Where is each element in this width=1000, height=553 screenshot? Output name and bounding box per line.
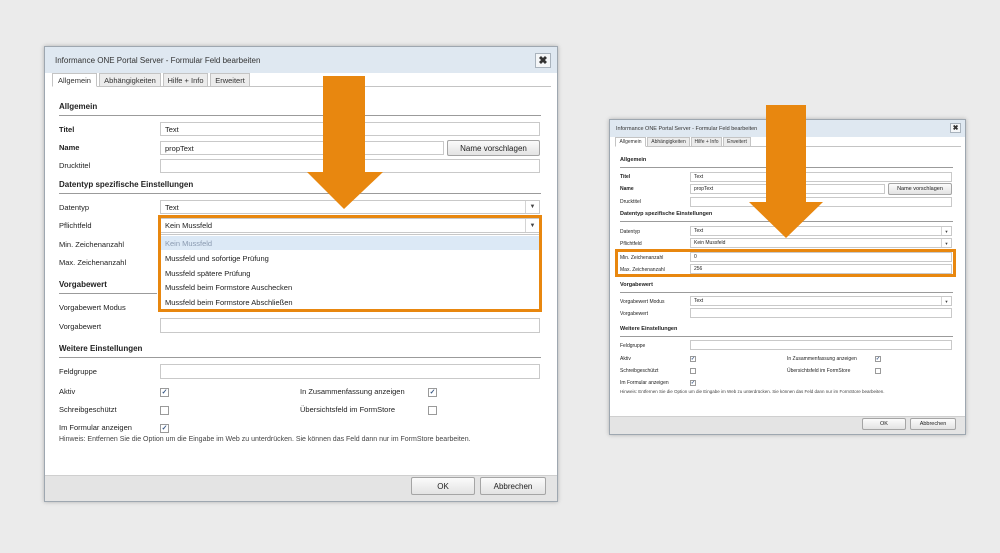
arrow-down-icon [307,76,383,209]
section-divider [59,193,541,194]
default-value-input[interactable] [690,308,952,318]
section-datatype: Datentyp spezifische Einstellungen [620,211,713,217]
ok-button[interactable]: OK [862,418,906,430]
tab-label: Abhängigkeiten [651,139,686,145]
active-label: Aktiv [59,387,76,396]
tab-label: Erweitert [215,75,245,85]
fieldgroup-label: Feldgruppe [59,367,97,376]
section-general: Allgemein [59,102,98,111]
readonly-label: Schreibgeschützt [620,368,659,374]
fieldgroup-input[interactable] [160,364,540,379]
default-value-label: Vorgabewert [59,322,102,331]
section-divider [59,293,157,294]
summary-label: In Zusammenfassung anzeigen [787,356,857,362]
tab-label: Hilfe + Info [694,139,719,145]
active-checkbox[interactable]: ✓ [690,356,696,362]
section-default: Vorgabewert [59,280,107,289]
tab-general[interactable]: Allgemein [52,73,97,87]
default-mode-label: Vorgabewert Modus [620,299,665,305]
dialog-titlebar: Informance ONE Portal Server - Formular … [45,47,557,73]
fieldgroup-label: Feldgruppe [620,343,646,349]
overview-label: Übersichtsfeld im FormStore [787,368,851,374]
tab-general[interactable]: Allgemein [615,137,646,147]
overview-checkbox[interactable] [875,368,881,374]
cancel-button[interactable]: Abbrechen [910,418,956,430]
name-input[interactable]: propText [160,141,444,155]
section-divider [620,336,953,337]
active-checkbox[interactable]: ✓ [160,388,169,397]
default-mode-label: Vorgabewert Modus [59,303,126,312]
chevron-down-icon[interactable]: ▼ [941,239,951,247]
tab-dependencies[interactable]: Abhängigkeiten [99,73,161,87]
readonly-checkbox[interactable] [160,406,169,415]
ok-button[interactable]: OK [411,477,475,495]
required-label: Pflichtfeld [620,241,642,247]
printtitle-label: Drucktitel [620,199,641,205]
printtitle-label: Drucktitel [59,161,91,170]
default-mode-value: Text [694,298,704,304]
in-form-checkbox[interactable]: ✓ [160,424,169,433]
section-more: Weitere Einstellungen [620,326,678,332]
dialog-title: Informance ONE Portal Server - Formular … [55,56,261,65]
dialog-title: Informance ONE Portal Server - Formular … [616,126,758,132]
highlight-box [158,215,542,312]
required-label: Pflichtfeld [59,221,92,230]
tab-help[interactable]: Hilfe + Info [163,73,208,87]
section-general: Allgemein [620,157,647,163]
active-label: Aktiv [620,356,631,362]
highlight-box [615,249,956,277]
summary-checkbox[interactable]: ✓ [875,356,881,362]
summary-checkbox[interactable]: ✓ [428,388,437,397]
chevron-down-icon[interactable]: ▼ [525,201,539,213]
suggest-name-button[interactable]: Name vorschlagen [447,140,540,156]
required-value: Kein Mussfeld [694,240,726,246]
datatype-value: Text [694,228,704,234]
arrow-down-icon [749,105,823,238]
section-more: Weitere Einstellungen [59,344,143,353]
datatype-label: Datentyp [59,203,90,212]
overview-label: Übersichtsfeld im FormStore [300,405,396,414]
section-divider [620,292,953,293]
summary-label: In Zusammenfassung anzeigen [300,387,405,396]
title-label: Titel [620,174,631,180]
max-chars-label: Max. Zeichenanzahl [59,258,127,267]
tab-label: Hilfe + Info [167,75,204,85]
default-value-label: Vorgabewert [620,311,649,317]
in-form-label: Im Formular anzeigen [620,380,669,386]
default-value-input[interactable] [160,318,540,333]
tab-label: Allgemein [58,75,91,85]
datatype-value: Text [165,202,179,212]
name-label: Name [620,186,634,192]
close-icon[interactable]: ✖ [535,53,551,68]
close-icon[interactable]: ✖ [950,123,961,133]
chevron-down-icon[interactable]: ▼ [941,297,951,305]
required-select[interactable]: Kein Mussfeld ▼ [690,238,952,248]
hint-text: Hinweis: Entfernen Sie die Option um die… [620,389,885,394]
in-form-checkbox[interactable]: ✓ [690,380,696,386]
fieldgroup-input[interactable] [690,340,952,350]
readonly-label: Schreibgeschützt [59,405,117,414]
suggest-name-button[interactable]: Name vorschlagen [888,183,952,195]
tab-label: Erweitert [727,139,747,145]
tab-advanced[interactable]: Erweitert [210,73,250,87]
edit-field-dialog-large: Informance ONE Portal Server - Formular … [44,46,558,502]
section-divider [59,115,541,116]
name-label: Name [59,143,80,152]
title-label: Titel [59,125,75,134]
cancel-button[interactable]: Abbrechen [480,477,546,495]
datatype-label: Datentyp [620,229,641,235]
in-form-label: Im Formular anzeigen [59,423,132,432]
chevron-down-icon[interactable]: ▼ [941,227,951,235]
tab-label: Abhängigkeiten [104,75,156,85]
default-mode-select[interactable]: Text ▼ [690,296,952,306]
hint-text: Hinweis: Entfernen Sie die Option um die… [59,436,471,443]
section-divider [59,357,541,358]
tab-label: Allgemein [619,139,642,145]
section-datatype: Datentyp spezifische Einstellungen [59,180,194,189]
min-chars-label: Min. Zeichenanzahl [59,240,125,249]
overview-checkbox[interactable] [428,406,437,415]
section-default: Vorgabewert [620,282,653,288]
readonly-checkbox[interactable] [690,368,696,374]
